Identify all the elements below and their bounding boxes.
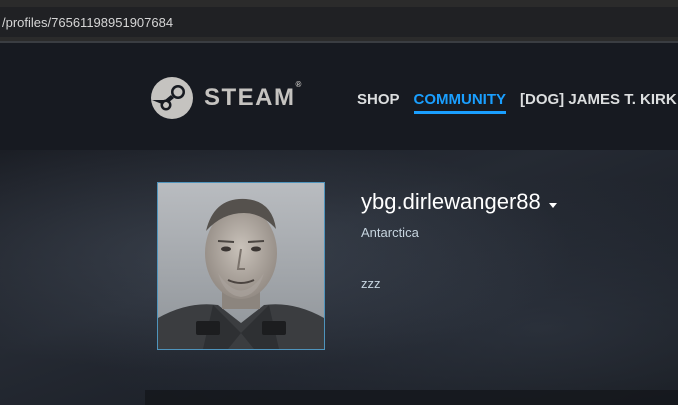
profile-avatar[interactable] [157, 182, 325, 350]
address-bar[interactable]: /profiles/76561198951907684 [0, 7, 678, 37]
persona-name[interactable]: ybg.dirlewanger88 [361, 189, 557, 215]
profile-content-panel [145, 390, 678, 405]
steam-logo-icon [151, 77, 193, 119]
avatar-image [158, 183, 324, 349]
profile-summary: zzz [361, 276, 381, 291]
browser-toolbar: /profiles/76561198951907684 [0, 0, 678, 44]
steam-header: STEAM® SHOP COMMUNITY [DOG] JAMES T. KIR… [0, 43, 678, 150]
nav-username[interactable]: [DOG] JAMES T. KIRK [520, 90, 677, 114]
nav-community[interactable]: COMMUNITY [413, 90, 507, 114]
steam-logo[interactable]: STEAM® [150, 76, 303, 120]
caret-down-icon[interactable] [548, 202, 557, 208]
steam-wordmark: STEAM® [204, 80, 303, 111]
profile-background [0, 150, 678, 405]
steam-profile-page: /profiles/76561198951907684 STEAM® SHOP … [0, 0, 678, 405]
main-nav: SHOP COMMUNITY [DOG] JAMES T. KIRK [357, 90, 678, 114]
url-text[interactable]: /profiles/76561198951907684 [0, 15, 173, 30]
profile-location: Antarctica [361, 225, 419, 240]
nav-shop[interactable]: SHOP [357, 90, 400, 114]
persona-name-text: ybg.dirlewanger88 [361, 189, 541, 214]
